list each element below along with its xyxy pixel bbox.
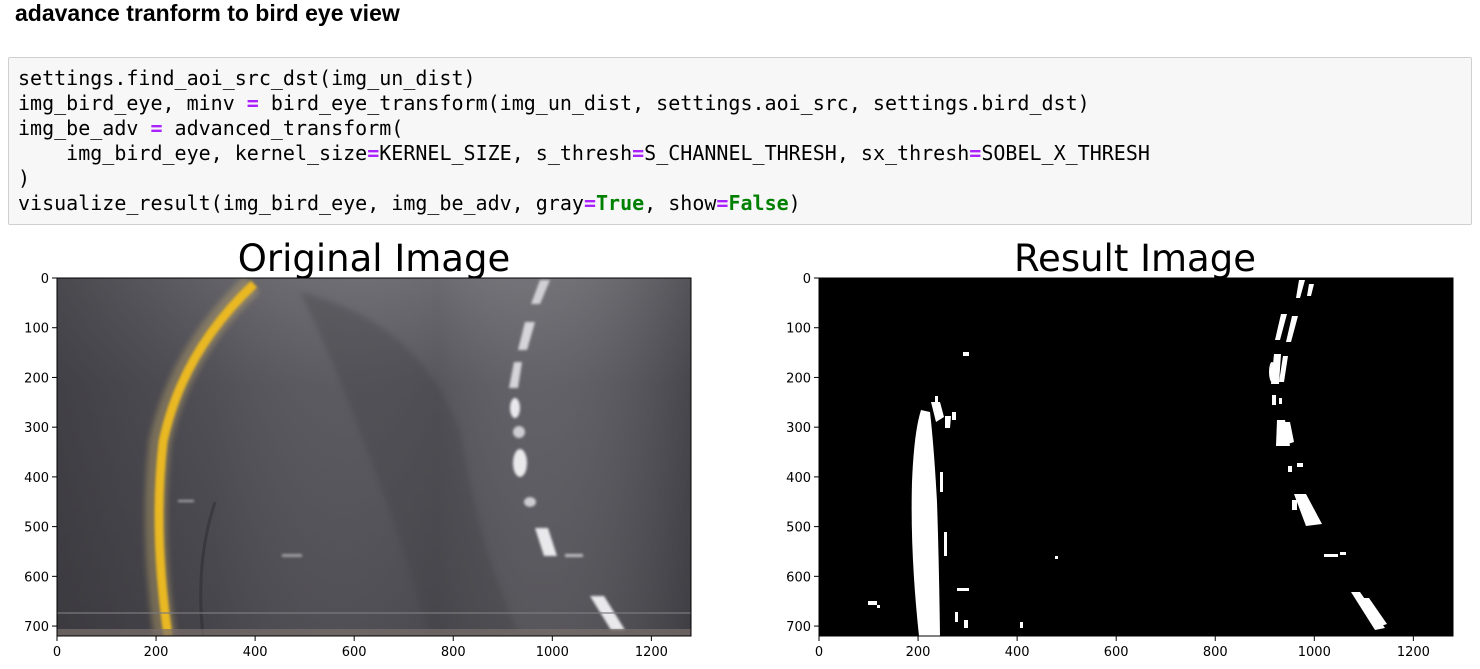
x-tick-label: 200 xyxy=(144,645,169,660)
x-tick-label: 1200 xyxy=(1397,645,1430,660)
code-line: img_be_adv = advanced_transform( xyxy=(18,116,403,140)
x-tick-label: 1000 xyxy=(536,645,569,660)
code-operator: = xyxy=(150,116,163,140)
code-token: img_be_adv xyxy=(18,116,151,140)
x-tick-label: 400 xyxy=(243,645,268,660)
code-token: img_bird_eye, kernel_size xyxy=(18,141,368,165)
original-image xyxy=(57,278,691,636)
x-tick-label: 200 xyxy=(906,645,931,660)
y-tick-label: 700 xyxy=(786,620,811,635)
x-tick-label: 1000 xyxy=(1298,645,1331,660)
x-tick-label: 400 xyxy=(1005,645,1030,660)
x-tick-label: 600 xyxy=(1104,645,1129,660)
y-tick-label: 100 xyxy=(24,322,49,337)
y-tick-label: 0 xyxy=(41,272,49,287)
y-tick-label: 100 xyxy=(786,322,811,337)
x-tick-label: 800 xyxy=(441,645,466,660)
code-keyword: True xyxy=(595,191,645,215)
code-token: S_CHANNEL_THRESH, sx_thresh xyxy=(644,141,970,165)
y-tick-label: 300 xyxy=(786,421,811,436)
code-line: img_bird_eye, minv = bird_eye_transform(… xyxy=(18,91,1090,115)
x-tick-label: 0 xyxy=(53,645,61,660)
code-token: visualize_result(img_bird_eye, img_be_ad… xyxy=(18,191,584,215)
markdown-heading: adavance tranform to bird eye view xyxy=(15,0,400,26)
code-token: KERNEL_SIZE, s_thresh xyxy=(379,141,633,165)
x-tick-label: 800 xyxy=(1203,645,1228,660)
y-tick-label: 300 xyxy=(24,421,49,436)
code-token: , show xyxy=(644,191,717,215)
y-tick-label: 400 xyxy=(786,471,811,486)
y-tick-label: 600 xyxy=(786,570,811,585)
x-tick-label: 600 xyxy=(342,645,367,660)
code-token: advanced_transform( xyxy=(162,116,404,140)
code-token: img_bird_eye, minv xyxy=(18,91,247,115)
code-line: ) xyxy=(18,166,30,190)
code-operator: = xyxy=(367,141,380,165)
code-operator: = xyxy=(716,191,729,215)
y-tick-label: 700 xyxy=(24,620,49,635)
code-token: SOBEL_X_THRESH xyxy=(981,141,1150,165)
y-tick-label: 400 xyxy=(24,471,49,486)
y-tick-label: 200 xyxy=(24,371,49,386)
original-image-title: Original Image xyxy=(238,237,510,280)
y-tick-label: 200 xyxy=(786,371,811,386)
code-input[interactable]: settings.find_aoi_src_dst(img_un_dist) i… xyxy=(18,66,1150,216)
y-tick-label: 500 xyxy=(786,521,811,536)
code-keyword: False xyxy=(728,191,789,215)
code-token: settings.find_aoi_src_dst(img_un_dist) xyxy=(18,66,476,90)
code-token: ) xyxy=(788,191,801,215)
x-tick-label: 1200 xyxy=(635,645,668,660)
code-operator: = xyxy=(969,141,982,165)
result-image-title: Result Image xyxy=(1014,237,1256,280)
code-line: settings.find_aoi_src_dst(img_un_dist) xyxy=(18,66,476,90)
y-tick-label: 600 xyxy=(24,570,49,585)
code-line: img_bird_eye, kernel_size=KERNEL_SIZE, s… xyxy=(18,141,1150,165)
code-operator: = xyxy=(246,91,259,115)
code-token: bird_eye_transform(img_un_dist, settings… xyxy=(258,91,1090,115)
result-image xyxy=(819,278,1453,636)
code-operator: = xyxy=(632,141,645,165)
x-tick-label: 0 xyxy=(815,645,823,660)
output-figure: Original Image 0 200 400 600 800 1000 12… xyxy=(24,237,1454,660)
y-tick-label: 0 xyxy=(803,272,811,287)
code-line: visualize_result(img_bird_eye, img_be_ad… xyxy=(18,191,801,215)
code-cell[interactable]: settings.find_aoi_src_dst(img_un_dist) i… xyxy=(8,57,1472,225)
code-operator: = xyxy=(583,191,596,215)
code-token: ) xyxy=(18,166,31,190)
y-tick-label: 500 xyxy=(24,521,49,536)
